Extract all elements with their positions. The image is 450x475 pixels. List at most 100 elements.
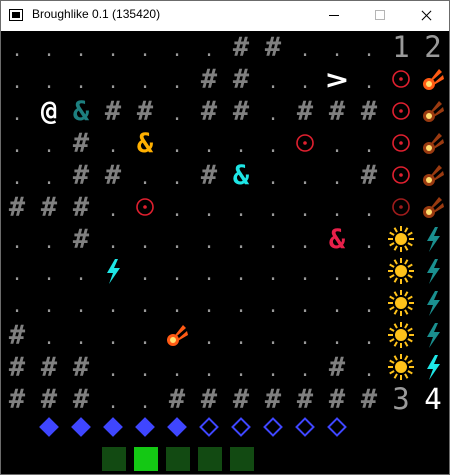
exit-stairs[interactable]: > xyxy=(316,63,358,96)
floor-tile: . xyxy=(203,232,215,253)
mana-full-icon xyxy=(167,417,187,437)
sun-icon xyxy=(385,255,417,287)
lightning-icon xyxy=(417,351,449,383)
floor-tile: . xyxy=(299,168,311,189)
title-bar[interactable]: Broughlike 0.1 (135420) xyxy=(1,1,449,31)
floor-tile: . xyxy=(11,296,23,317)
inventory-slot[interactable] xyxy=(198,447,222,471)
floor-tile: . xyxy=(299,200,311,221)
floor-tile: . xyxy=(363,72,375,93)
trap-ring-icon[interactable] xyxy=(129,191,161,223)
floor-tile: . xyxy=(267,328,279,349)
wall-tile: # xyxy=(72,223,90,255)
mana-empty-icon xyxy=(199,417,219,437)
floor-tile: . xyxy=(43,168,55,189)
wall-tile: # xyxy=(200,63,218,95)
inventory-slot-selected[interactable] xyxy=(134,447,158,471)
wall-tile: # xyxy=(200,95,218,127)
floor-tile: . xyxy=(11,72,23,93)
stat-top-right: 2 xyxy=(424,30,442,64)
close-button[interactable] xyxy=(403,1,449,31)
floor-tile: . xyxy=(203,136,215,157)
mana-full-icon xyxy=(103,417,123,437)
floor-tile: . xyxy=(235,360,247,381)
floor-tile: . xyxy=(235,200,247,221)
monster-red[interactable]: & xyxy=(321,223,353,255)
mana-full-icon xyxy=(135,417,155,437)
wall-tile: # xyxy=(328,351,346,383)
monster-companion[interactable]: & xyxy=(65,95,97,127)
sun-icon xyxy=(385,223,417,255)
floor-tile: . xyxy=(107,72,119,93)
floor-tile: . xyxy=(331,136,343,157)
wall-tile: # xyxy=(232,31,250,63)
floor-tile: . xyxy=(75,40,87,61)
wall-tile: # xyxy=(72,191,90,223)
meteor-icon xyxy=(417,191,449,223)
floor-tile: . xyxy=(331,168,343,189)
maximize-button[interactable] xyxy=(357,1,403,31)
floor-tile: . xyxy=(363,136,375,157)
floor-tile: . xyxy=(171,200,183,221)
floor-tile: . xyxy=(75,328,87,349)
floor-tile: . xyxy=(299,360,311,381)
floor-tile: . xyxy=(171,104,183,125)
floor-tile: . xyxy=(43,40,55,61)
floor-tile: . xyxy=(139,168,151,189)
floor-tile: . xyxy=(11,168,23,189)
game-board[interactable]: ....... # #......... # #.. >.. @ & # #. # #. # # #.. #.… xyxy=(1,30,449,474)
wall-tile: # xyxy=(264,383,282,415)
monster-orange[interactable]: & xyxy=(129,127,161,159)
mana-empty-icon xyxy=(231,417,251,437)
floor-tile: . xyxy=(363,40,375,61)
floor-tile: . xyxy=(11,264,23,285)
trap-ring-icon[interactable] xyxy=(289,127,321,159)
wall-tile: # xyxy=(328,383,346,415)
floor-tile: . xyxy=(331,264,343,285)
wall-tile: # xyxy=(232,383,250,415)
wall-tile: # xyxy=(40,191,58,223)
meteor-icon xyxy=(417,127,449,159)
wall-tile: # xyxy=(8,319,26,351)
floor-tile: . xyxy=(139,232,151,253)
floor-tile: . xyxy=(203,200,215,221)
minimize-button[interactable] xyxy=(311,1,357,31)
floor-tile: . xyxy=(43,296,55,317)
meteor-pickup-icon[interactable] xyxy=(161,319,193,351)
wall-tile: # xyxy=(104,159,122,191)
trap-ring-icon xyxy=(385,191,417,223)
floor-tile: . xyxy=(267,296,279,317)
lightning-icon xyxy=(417,319,449,351)
stat-bottom-right: 4 xyxy=(424,382,442,416)
inventory-slot[interactable] xyxy=(230,447,254,471)
wall-tile: # xyxy=(200,383,218,415)
wall-tile: # xyxy=(72,159,90,191)
monster-cyan[interactable]: & xyxy=(225,159,257,191)
wall-tile: # xyxy=(8,191,26,223)
mana-empty-icon xyxy=(327,417,347,437)
floor-tile: . xyxy=(203,264,215,285)
meteor-icon xyxy=(417,95,449,127)
floor-tile: . xyxy=(267,72,279,93)
wall-tile: # xyxy=(296,95,314,127)
floor-tile: . xyxy=(75,72,87,93)
floor-tile: . xyxy=(107,232,119,253)
player-character[interactable]: @ xyxy=(33,95,65,127)
floor-tile: . xyxy=(139,392,151,413)
floor-tile: . xyxy=(267,264,279,285)
wall-tile: # xyxy=(328,95,346,127)
wall-tile: # xyxy=(264,31,282,63)
floor-tile: . xyxy=(299,328,311,349)
floor-tile: . xyxy=(331,296,343,317)
wall-tile: # xyxy=(40,383,58,415)
inventory-slot[interactable] xyxy=(102,447,126,471)
floor-tile: . xyxy=(299,264,311,285)
wall-tile: # xyxy=(360,159,378,191)
floor-tile: . xyxy=(267,360,279,381)
floor-tile: . xyxy=(139,72,151,93)
floor-tile: . xyxy=(43,72,55,93)
lightning-pickup-icon[interactable] xyxy=(97,255,129,287)
floor-tile: . xyxy=(235,264,247,285)
floor-tile: . xyxy=(75,296,87,317)
inventory-slot[interactable] xyxy=(166,447,190,471)
